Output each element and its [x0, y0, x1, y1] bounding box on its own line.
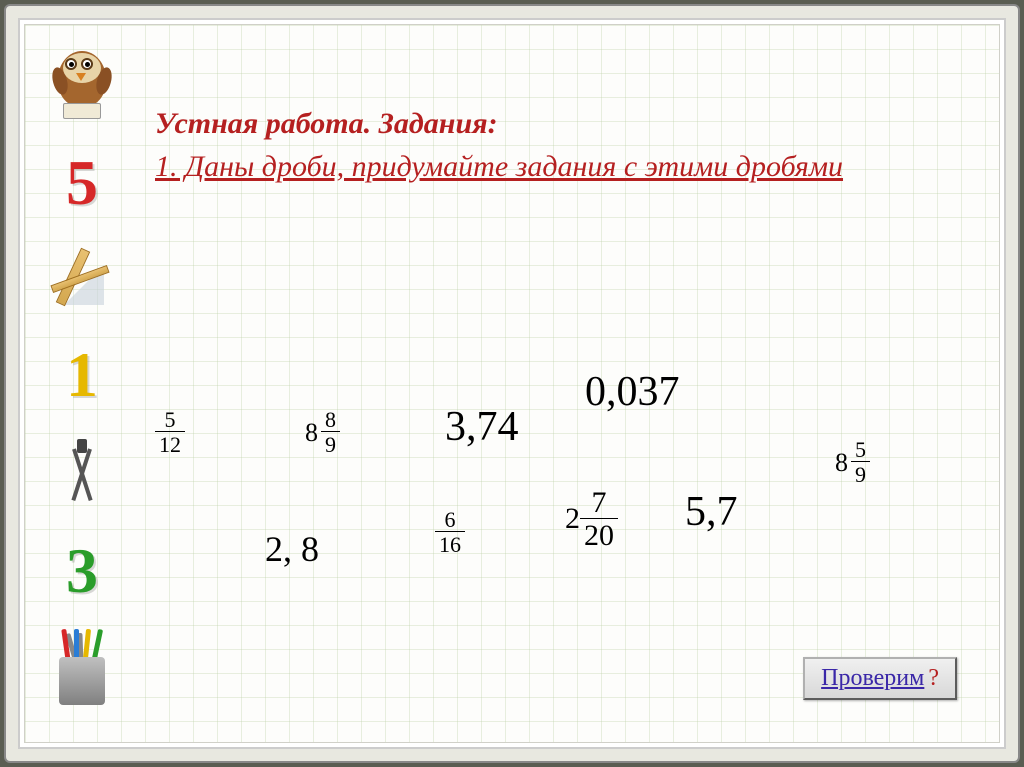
decimal-0-037: 0,037	[585, 368, 680, 416]
owl-icon	[45, 45, 119, 119]
mixed-8-5-9: 859	[835, 438, 870, 486]
decor-number-1: 1	[66, 343, 98, 407]
decor-number-3: 3	[66, 539, 98, 603]
slide-frame: 5 1 3 Устная работа. Задания: 1. Даны др…	[6, 6, 1018, 761]
heading-title: Устная работа. Задания:	[155, 107, 969, 141]
math-examples: 512 889 3,74 0,037 2, 8 616 2720 5,7 859	[155, 218, 969, 648]
decimal-5-7: 5,7	[685, 488, 738, 536]
decimal-3-74: 3,74	[445, 403, 519, 451]
fraction-6-16: 616	[435, 508, 465, 556]
check-button-label: Проверим	[821, 665, 924, 691]
fraction-5-12: 512	[155, 408, 185, 456]
check-button-qmark: ?	[928, 665, 939, 691]
rulers-icon	[50, 247, 114, 311]
content-area: Устная работа. Задания: 1. Даны дроби, п…	[155, 107, 969, 712]
decimal-2-8: 2, 8	[265, 528, 319, 570]
heading-subtitle: 1. Даны дроби, придумайте задания с этим…	[155, 147, 969, 188]
slide-grid-bg: 5 1 3 Устная работа. Задания: 1. Даны др…	[24, 24, 1000, 743]
mixed-2-7-20: 2720	[565, 488, 618, 551]
decor-number-5: 5	[66, 151, 98, 215]
compass-icon	[54, 439, 110, 507]
pencil-cup-icon	[50, 635, 114, 705]
check-button[interactable]: Проверим?	[803, 657, 957, 700]
mixed-8-8-9: 889	[305, 408, 340, 456]
sidebar-decor: 5 1 3	[39, 39, 125, 728]
